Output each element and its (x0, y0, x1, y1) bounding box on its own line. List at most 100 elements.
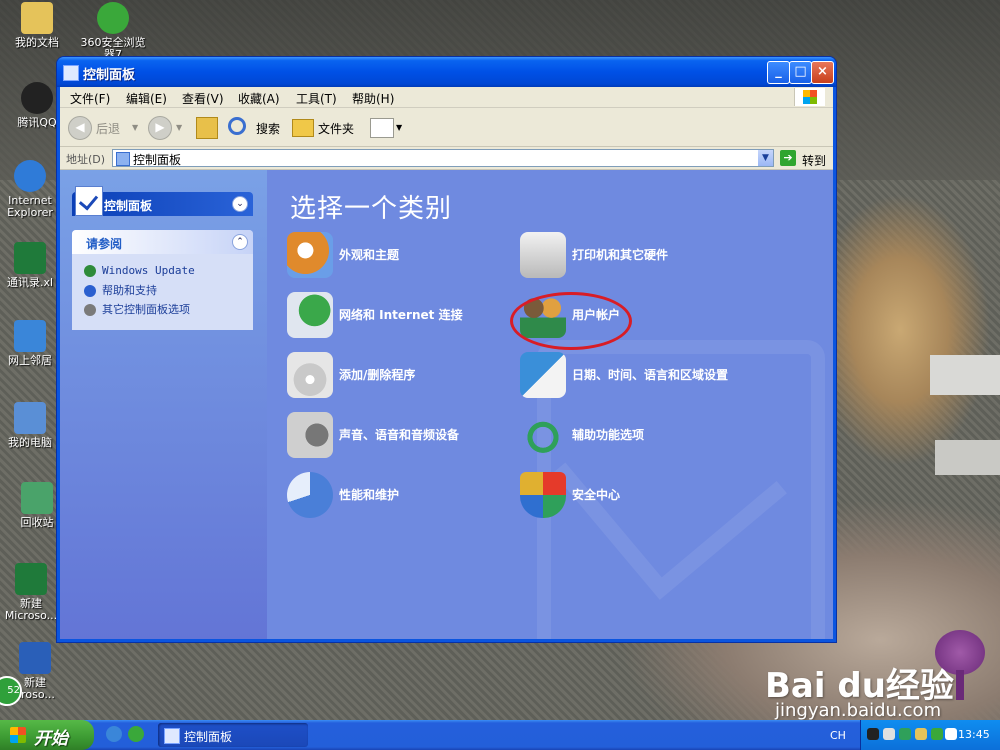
title-bar[interactable]: 控制面板 _ □ × (57, 57, 836, 87)
maximize-button[interactable]: □ (789, 61, 812, 84)
control-panel-window: 控制面板 _ □ × 文件(F) 编辑(E) 查看(V) 收藏(A) 工具(T)… (57, 57, 836, 642)
desktop-icon-360-browser[interactable]: 360安全浏览器7 (76, 2, 150, 61)
category-network-internet[interactable]: 网络和 Internet 连接 (287, 292, 507, 340)
taskbar: 开始 控制面板 CH 13:45 (0, 720, 1000, 750)
quicklaunch-desktop-icon[interactable] (106, 726, 122, 742)
desktop-icon-my-documents[interactable]: 我的文档 (0, 2, 74, 49)
see-also-box: 请参阅 ⌃ Windows Update 帮助和支持 其它控制面板选项 (72, 230, 253, 330)
menu-edit[interactable]: 编辑(E) (126, 90, 167, 107)
go-arrow-icon[interactable]: ➔ (780, 150, 796, 166)
windows-update-icon (84, 265, 96, 277)
network-globe-icon (287, 292, 333, 338)
category-printers-hardware[interactable]: 打印机和其它硬件 (520, 232, 740, 280)
360-tray-icon[interactable] (931, 728, 943, 740)
category-appearance-themes[interactable]: 外观和主题 (287, 232, 487, 280)
desktop-icon-contacts-xls[interactable]: 通讯录.xl (0, 242, 60, 289)
address-input[interactable]: 控制面板 ▼ (112, 149, 774, 167)
chevron-down-icon[interactable]: ⌄ (232, 196, 248, 212)
close-button[interactable]: × (811, 61, 834, 84)
pie-chart-icon (287, 472, 333, 518)
qq-tray-icon[interactable] (867, 728, 879, 740)
control-panel-small-icon (164, 728, 180, 744)
views-icon[interactable] (370, 118, 394, 138)
ie-icon (14, 160, 46, 192)
link-help-support[interactable]: 帮助和支持 (84, 282, 157, 298)
desktop-icon-new-excel[interactable]: 新建 Microso... (0, 563, 62, 622)
up-folder-icon[interactable] (196, 117, 218, 139)
link-windows-update[interactable]: Windows Update (84, 264, 195, 277)
control-panel-icon (75, 186, 103, 216)
folders-icon[interactable] (292, 119, 314, 137)
desktop-icon-my-computer[interactable]: 我的电脑 (0, 402, 60, 449)
ime-tray-icon[interactable] (915, 728, 927, 740)
background-sill (930, 355, 1000, 395)
menu-favorites[interactable]: 收藏(A) (238, 90, 280, 107)
category-sounds-audio[interactable]: 声音、语音和音频设备 (287, 412, 507, 460)
shield-icon (520, 472, 566, 518)
window-title: 控制面板 (83, 68, 136, 83)
clock[interactable]: 13:45 (958, 728, 990, 741)
highlight-circle (510, 292, 632, 350)
volume-tray-icon[interactable] (945, 728, 957, 740)
address-label: 地址(D) (66, 153, 106, 166)
folders-button[interactable]: 文件夹 (318, 120, 354, 137)
windows-logo-icon (794, 88, 825, 106)
menu-help[interactable]: 帮助(H) (352, 90, 394, 107)
control-panel-box-header[interactable]: 控制面板 ⌄ (72, 186, 253, 216)
computer-icon (14, 402, 46, 434)
desktop-icon-ie[interactable]: Internet Explorer (0, 160, 60, 219)
link-other-options[interactable]: 其它控制面板选项 (84, 301, 190, 317)
views-dropdown-icon[interactable]: ▼ (396, 123, 402, 132)
windows-flag-icon (10, 727, 26, 743)
category-pane: 选择一个类别 外观和主题 打印机和其它硬件 网络和 Internet 连接 用户… (267, 170, 833, 639)
search-icon[interactable] (228, 117, 246, 135)
search-button[interactable]: 搜索 (256, 120, 280, 137)
browser-icon (97, 2, 129, 34)
minimize-button[interactable]: _ (767, 61, 790, 84)
taskbar-item-control-panel[interactable]: 控制面板 (158, 723, 308, 747)
menu-bar: 文件(F) 编辑(E) 查看(V) 收藏(A) 工具(T) 帮助(H) (60, 87, 833, 108)
chevron-up-icon[interactable]: ⌃ (232, 234, 248, 250)
menu-file[interactable]: 文件(F) (70, 90, 110, 107)
go-button[interactable]: 转到 (802, 152, 826, 169)
content-area: 控制面板 ⌄ 请参阅 ⌃ Windows Update 帮助和支持 其它控制面板… (60, 170, 833, 639)
folder-icon (21, 2, 53, 34)
network-tray-icon[interactable] (883, 728, 895, 740)
desktop-icon-network[interactable]: 网上邻居 (0, 320, 60, 367)
penguin-icon (21, 82, 53, 114)
task-pane: 控制面板 ⌄ 请参阅 ⌃ Windows Update 帮助和支持 其它控制面板… (60, 170, 267, 639)
category-security-center[interactable]: 安全中心 (520, 472, 720, 520)
see-also-header[interactable]: 请参阅 ⌃ (72, 230, 253, 254)
word-icon (19, 642, 51, 674)
recycle-bin-icon (21, 482, 53, 514)
network-icon (14, 320, 46, 352)
page-heading: 选择一个类别 (290, 194, 453, 224)
start-button[interactable]: 开始 (0, 720, 94, 750)
gear-icon (84, 304, 96, 316)
baidu-url: jingyan.baidu.com (775, 700, 942, 721)
language-indicator[interactable]: CH (830, 729, 846, 742)
category-accessibility[interactable]: 辅助功能选项 (520, 412, 720, 460)
address-dropdown-icon[interactable]: ▼ (758, 150, 773, 166)
window-icon (63, 65, 79, 81)
menu-view[interactable]: 查看(V) (182, 90, 224, 107)
security-tray-icon[interactable] (899, 728, 911, 740)
back-arrow-icon[interactable]: ◀ (68, 116, 92, 140)
address-bar: 地址(D) 控制面板 ▼ ➔ 转到 (60, 147, 833, 170)
category-performance-maintenance[interactable]: 性能和维护 (287, 472, 487, 520)
cd-box-icon (287, 352, 333, 398)
speaker-icon (287, 412, 333, 458)
back-button[interactable]: 后退 (96, 120, 120, 137)
menu-tools[interactable]: 工具(T) (296, 90, 337, 107)
category-date-time-language[interactable]: 日期、时间、语言和区域设置 (520, 352, 780, 400)
back-dropdown-icon[interactable]: ▼ (132, 123, 138, 132)
palette-icon (287, 232, 333, 278)
quicklaunch-browser-icon[interactable] (128, 726, 144, 742)
forward-arrow-icon[interactable]: ▶ (148, 116, 172, 140)
help-icon (84, 285, 96, 297)
control-panel-small-icon (116, 152, 130, 166)
wheelchair-icon (520, 412, 566, 458)
forward-dropdown-icon[interactable]: ▼ (176, 123, 182, 132)
window-client: 文件(F) 编辑(E) 查看(V) 收藏(A) 工具(T) 帮助(H) ◀ 后退… (60, 87, 833, 639)
category-add-remove-programs[interactable]: 添加/删除程序 (287, 352, 487, 400)
